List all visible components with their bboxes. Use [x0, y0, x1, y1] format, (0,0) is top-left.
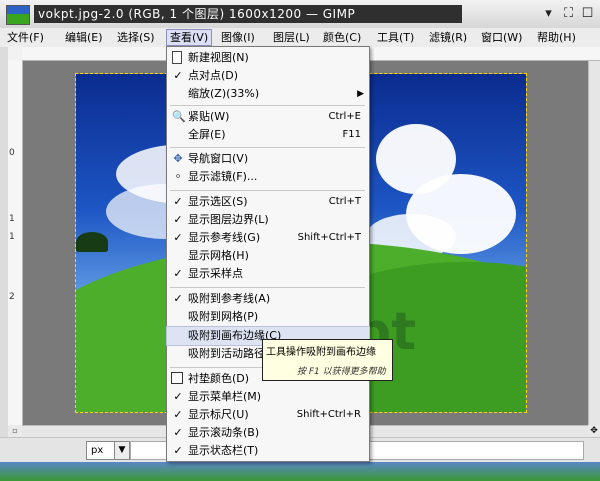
menu-separator [170, 287, 365, 288]
submenu-arrow-icon: ▶ [357, 89, 364, 99]
menu-filters[interactable]: 滤镜(R) [426, 29, 470, 46]
menu-separator [170, 190, 365, 191]
gimp-image-icon [6, 5, 30, 25]
menu-colors[interactable]: 颜色(C) [320, 29, 364, 46]
menu-separator [170, 105, 365, 106]
check-icon: ✓ [173, 444, 183, 457]
menu-tools[interactable]: 工具(T) [374, 29, 417, 46]
new-view-icon [172, 51, 182, 64]
check-icon: ✓ [173, 231, 183, 244]
title-bar: vokpt.jpg-2.0 (RGB, 1 个图层) 1600x1200 — G… [0, 0, 600, 29]
ruler-tick-label: 1 [9, 214, 15, 224]
window-title: vokpt.jpg-2.0 (RGB, 1 个图层) 1600x1200 — G… [34, 5, 462, 23]
menu-item-new-view[interactable]: 新建视图(N) [167, 49, 369, 67]
menu-item-snap-to-guides[interactable]: ✓ 吸附到参考线(A) [167, 290, 369, 308]
menu-layer[interactable]: 图层(L) [270, 29, 313, 46]
menu-item-show-guides[interactable]: ✓ 显示参考线(G) Shift+Ctrl+T [167, 229, 369, 247]
navigate-icon: ✥ [173, 152, 183, 165]
check-icon: ✓ [173, 408, 183, 421]
quick-mask-toggle[interactable]: ▫ [8, 425, 22, 437]
menu-item-display-filters[interactable]: ⚬ 显示滤镜(F)... [167, 168, 369, 186]
check-icon: ✓ [173, 292, 183, 305]
menu-item-zoom[interactable]: 缩放(Z)(33%) ▶ [167, 85, 369, 103]
close-button[interactable]: ☐ [580, 6, 595, 21]
check-icon: ✓ [173, 213, 183, 226]
menu-file[interactable]: 文件(F) [4, 29, 47, 46]
menu-item-show-layer-boundary[interactable]: ✓ 显示图层边界(L) [167, 211, 369, 229]
unit-select[interactable]: px ▼ [86, 441, 130, 460]
menu-item-show-sample-points[interactable]: ✓ 显示采样点 [167, 265, 369, 283]
vertical-scrollbar[interactable] [588, 61, 600, 425]
ruler-tick-label: 0 [9, 148, 15, 158]
menu-item-fullscreen[interactable]: 全屏(E) F11 [167, 126, 369, 144]
check-icon: ✓ [173, 69, 183, 82]
check-icon: ✓ [173, 195, 183, 208]
menu-item-show-selection[interactable]: ✓ 显示选区(S) Ctrl+T [167, 193, 369, 211]
menu-item-show-scrollbars[interactable]: ✓ 显示滚动条(B) [167, 424, 369, 442]
menu-item-dot-for-dot[interactable]: ✓ 点对点(D) [167, 67, 369, 85]
menu-item-shrink-wrap[interactable]: 🔍 紧贴(W) Ctrl+E [167, 108, 369, 126]
tooltip: 工具操作吸附到画布边缘 按 F1 以获得更多帮助 [262, 339, 393, 381]
tooltip-help-hint: 按 F1 以获得更多帮助 [297, 367, 386, 377]
ruler-tick-label: 2 [9, 292, 15, 302]
menu-item-show-grid[interactable]: 显示网格(H) [167, 247, 369, 265]
menu-arrow-button[interactable] [8, 47, 23, 61]
menu-item-show-rulers[interactable]: ✓ 显示标尺(U) Shift+Ctrl+R [167, 406, 369, 424]
menu-edit[interactable]: 编辑(E) [62, 29, 106, 46]
tooltip-text: 工具操作吸附到画布边缘 [266, 347, 376, 358]
menu-help[interactable]: 帮助(H) [534, 29, 579, 46]
menu-item-show-statusbar[interactable]: ✓ 显示状态栏(T) [167, 442, 369, 460]
window-left-edge [0, 47, 8, 440]
trees [76, 232, 108, 252]
menu-item-show-menubar[interactable]: ✓ 显示菜单栏(M) [167, 388, 369, 406]
menu-image[interactable]: 图像(I) [218, 29, 258, 46]
check-icon: ✓ [173, 267, 183, 280]
desktop-background [0, 462, 600, 481]
check-icon: ✓ [173, 390, 183, 403]
vertical-ruler[interactable]: 0 1 1 2 [8, 60, 23, 425]
menu-item-navigation-window[interactable]: ✥ 导航窗口(V) [167, 150, 369, 168]
check-icon: ✓ [173, 426, 183, 439]
zoom-icon: 🔍 [172, 110, 186, 123]
menu-separator [170, 147, 365, 148]
navigation-icon[interactable]: ✥ [588, 425, 600, 437]
maximize-icon[interactable]: ⛶ [561, 6, 576, 21]
view-menu: 新建视图(N) ✓ 点对点(D) 缩放(Z)(33%) ▶ 🔍 紧贴(W) Ct… [166, 46, 370, 462]
padding-color-icon [171, 372, 183, 384]
menu-windows[interactable]: 窗口(W) [478, 29, 525, 46]
ruler-tick-label: 1 [9, 232, 15, 242]
dropdown-arrow-icon[interactable]: ▼ [114, 442, 129, 459]
menu-bar: 文件(F) 编辑(E) 选择(S) 查看(V) 图像(I) 图层(L) 颜色(C… [0, 28, 600, 48]
menu-select[interactable]: 选择(S) [114, 29, 158, 46]
minimize-button[interactable]: ▾ [541, 6, 556, 21]
menu-view[interactable]: 查看(V) [166, 29, 213, 46]
menu-item-snap-to-grid[interactable]: 吸附到网格(P) [167, 308, 369, 326]
unit-value: px [91, 445, 104, 456]
filter-icon: ⚬ [173, 170, 183, 183]
